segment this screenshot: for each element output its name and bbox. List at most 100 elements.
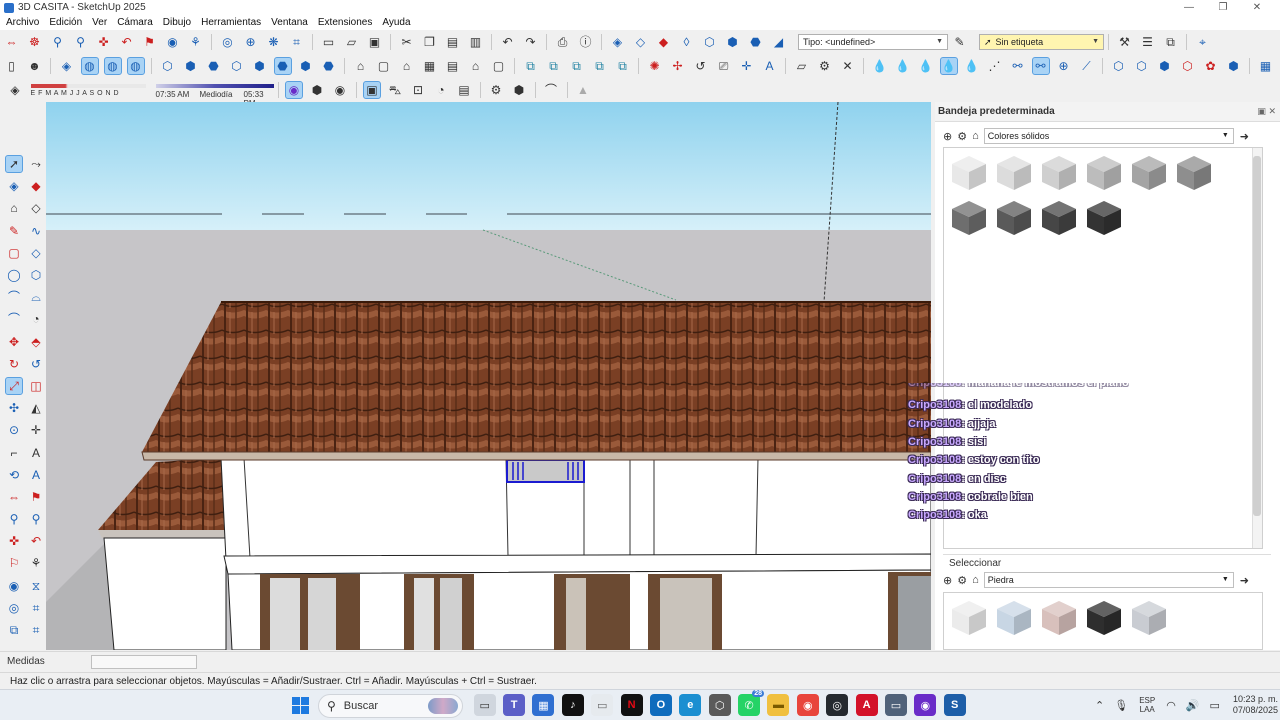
details-arrow-icon[interactable]: ➜ — [1240, 130, 1249, 143]
stone-swatch[interactable] — [1128, 597, 1169, 638]
solid-color-swatch[interactable] — [1083, 197, 1124, 238]
zoom-window-icon[interactable]: ⚲ — [72, 33, 90, 51]
acrobat-icon[interactable]: A — [855, 694, 878, 716]
menu-ver[interactable]: Ver — [92, 17, 107, 28]
box-icon[interactable]: ▢ — [490, 57, 508, 75]
arc-2-icon[interactable]: ⌓ — [27, 288, 45, 306]
solid-6-icon[interactable]: ⬢ — [1225, 57, 1243, 75]
swatch-scrollbar[interactable] — [1252, 148, 1262, 548]
circle-icon[interactable]: ◯ — [5, 266, 23, 284]
front-view-icon[interactable]: ⬣ — [747, 33, 765, 51]
pin-icon[interactable]: ▣ — [1257, 106, 1266, 116]
left-icon[interactable]: ⬣ — [273, 57, 292, 75]
package-icon[interactable]: ⬢ — [510, 81, 528, 99]
camera-icon[interactable]: ▣ — [363, 81, 381, 99]
plugin-icon[interactable]: ◉ — [285, 81, 303, 99]
undo-icon[interactable]: ↶ — [499, 33, 517, 51]
photo-icon[interactable]: ⊡ — [409, 81, 427, 99]
solid-color-swatch[interactable] — [993, 197, 1034, 238]
table-icon[interactable]: ▤ — [444, 57, 462, 75]
push-pull-icon[interactable]: ⬘ — [27, 333, 45, 351]
user-icon[interactable]: ☻ — [26, 57, 44, 75]
add-material-icon[interactable]: ⊕ — [943, 130, 952, 143]
solid-color-swatch[interactable] — [1038, 152, 1079, 193]
stone-swatch[interactable] — [948, 597, 989, 638]
3d-viewport[interactable] — [46, 102, 931, 650]
edge-icon[interactable]: e — [679, 694, 702, 716]
solid-color-swatch[interactable] — [948, 197, 989, 238]
taskbar-search[interactable]: ⚲ Buscar — [318, 694, 463, 718]
close-x-icon[interactable]: ✕ — [839, 57, 857, 75]
layers-icon[interactable]: ⧉ — [1162, 33, 1180, 51]
speed-icon[interactable]: ◔ — [432, 81, 450, 99]
add-material-2-icon[interactable]: ⊕ — [943, 574, 952, 587]
stack-2-icon[interactable]: ⧉ — [545, 57, 563, 75]
settings-app-icon[interactable]: ⬡ — [708, 694, 731, 716]
gear-icon[interactable]: ⚙ — [816, 57, 834, 75]
material-settings-icon[interactable]: ⚙ — [957, 130, 967, 143]
arc-3-icon[interactable]: ⌒ — [5, 310, 23, 328]
new-page-icon[interactable]: ▯ — [3, 57, 21, 75]
stone-swatch[interactable] — [993, 597, 1034, 638]
right-view-icon[interactable]: ◢ — [770, 33, 788, 51]
solid-color-swatch[interactable] — [993, 152, 1034, 193]
rectangle-icon[interactable]: ▢ — [5, 244, 23, 262]
front-icon[interactable]: ⬣ — [205, 57, 223, 75]
cut-icon[interactable]: ✂ — [398, 33, 416, 51]
erase-icon[interactable]: ▥ — [467, 33, 485, 51]
network-icon[interactable]: ⌗ — [288, 33, 306, 51]
building-icon[interactable]: ⌂ — [398, 57, 416, 75]
stack-tool-icon[interactable]: ⧉ — [5, 621, 23, 639]
teams-icon[interactable]: T — [503, 694, 526, 716]
component-icon[interactable]: ⌂ — [352, 57, 370, 75]
letter-a-icon[interactable]: A — [27, 466, 45, 484]
cube-icon[interactable]: ⬢ — [308, 81, 326, 99]
magnet-icon[interactable]: ⋰ — [986, 57, 1004, 75]
type-dropdown[interactable]: Tipo: <undefined> ▼ — [798, 34, 948, 50]
iso-view-icon[interactable]: ⬡ — [701, 33, 719, 51]
zoom-icon[interactable]: ⚲ — [49, 33, 67, 51]
paint-tag-icon[interactable]: ✎ — [951, 33, 969, 51]
solid-2-icon[interactable]: ⬡ — [1133, 57, 1151, 75]
scale-icon[interactable]: ⤢ — [5, 376, 23, 395]
chrome-icon[interactable]: ◉ — [796, 694, 819, 716]
roof-icon[interactable]: ⌂ — [467, 57, 485, 75]
select-icon[interactable]: ➚ — [5, 155, 23, 174]
redo-icon[interactable]: ↷ — [522, 33, 540, 51]
model-info-icon[interactable]: ⓘ — [577, 33, 595, 51]
maximize-button[interactable]: ❐ — [1206, 0, 1240, 15]
chevron-up-icon[interactable]: ⌃ — [1095, 699, 1104, 712]
3d-text-tool-icon[interactable]: A — [27, 444, 45, 462]
solid-4-icon[interactable]: ⬡ — [1179, 57, 1197, 75]
section-plane-icon[interactable]: ◈ — [609, 33, 627, 51]
tiktok-icon[interactable]: ♪ — [561, 694, 584, 716]
section-tool-icon[interactable]: ⧖ — [27, 577, 45, 595]
minimize-button[interactable]: — — [1172, 0, 1206, 15]
solid-color-swatch[interactable] — [1083, 152, 1124, 193]
solid-color-swatch[interactable] — [948, 152, 989, 193]
menu-camara[interactable]: Cámara — [117, 17, 153, 28]
zoom-extents-tool-icon[interactable]: ✜ — [5, 532, 23, 550]
new-file-icon[interactable]: ▭ — [320, 33, 338, 51]
zoom-extents-icon[interactable]: ✜ — [95, 33, 113, 51]
pencil-icon[interactable]: ✎ — [5, 222, 23, 240]
wireframe-icon[interactable]: ◍ — [103, 57, 122, 75]
eye-icon[interactable]: ◉ — [5, 577, 23, 595]
open-folder-icon[interactable]: ▱ — [343, 33, 361, 51]
look-icon[interactable]: ⚐ — [5, 554, 23, 572]
photos-icon[interactable]: ▭ — [591, 694, 614, 716]
paint-icon[interactable]: ◈ — [5, 177, 23, 195]
solid-1-icon[interactable]: ⬡ — [1110, 57, 1128, 75]
frame-icon[interactable]: ▢ — [375, 57, 393, 75]
save-icon[interactable]: ▣ — [366, 33, 384, 51]
network-tool-icon[interactable]: ⌗ — [27, 599, 45, 617]
volume-icon[interactable]: 🔊 — [1186, 699, 1200, 712]
close-tray-icon[interactable]: ✕ — [1268, 106, 1276, 116]
print-icon[interactable]: ⎙ — [554, 33, 572, 51]
terrain-icon[interactable]: ▦ — [1257, 57, 1275, 75]
solid-color-swatch[interactable] — [1038, 197, 1079, 238]
tag-paint-icon[interactable]: ⌂ — [5, 199, 23, 217]
display-section-icon[interactable]: ◇ — [632, 33, 650, 51]
copy-icon[interactable]: ❐ — [421, 33, 439, 51]
solid-5-icon[interactable]: ✿ — [1202, 57, 1220, 75]
